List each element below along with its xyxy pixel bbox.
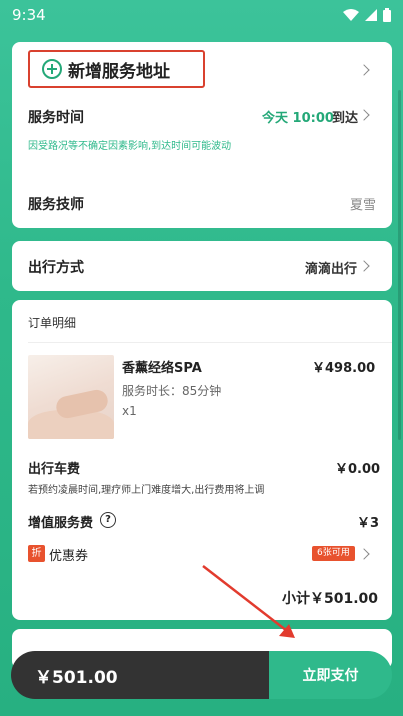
technician-value: 夏雪 [350,198,377,213]
signal-icon [365,9,377,21]
status-bar: 9:34 [0,0,403,30]
chevron-right-icon[interactable] [358,109,370,121]
coupon-label[interactable]: 优惠券 [49,545,88,564]
battery-icon [383,8,391,22]
order-title: 订单明细 [28,316,77,330]
red-arrow-annotation [202,565,295,638]
chevron-right-icon[interactable] [358,260,370,272]
service-time-value[interactable]: 今天 10:00 [262,107,334,126]
coupon-count-badge[interactable]: 6张可用 [312,546,355,561]
divider [28,342,392,343]
plus-circle-icon [42,59,62,79]
chevron-right-icon[interactable] [358,548,370,560]
bottom-bar: ￥501.00 立即支付 [11,651,392,699]
service-time-label: 服务时间 [28,110,84,126]
extra-fee-label: 增值服务费 [28,516,94,531]
arrive-label: 到达 [332,111,359,126]
chevron-right-icon[interactable] [358,64,370,76]
travel-fee-label: 出行车费 [28,462,81,477]
help-icon[interactable]: ? [100,512,116,528]
technician-card: 服务技师 夏雪 [12,176,392,228]
service-thumbnail [28,355,114,439]
service-name: 香薰经络SPA [122,361,202,376]
total-amount: ￥501.00 [11,651,269,699]
status-icons [343,8,391,22]
pay-now-button[interactable]: 立即支付 [269,651,392,699]
travel-card[interactable]: 出行方式 滴滴出行 [12,241,392,291]
service-duration: 服务时长：85分钟 [122,384,222,398]
wifi-icon [343,9,359,21]
travel-value[interactable]: 滴滴出行 [305,258,357,277]
extra-fee-value: ￥3 [357,516,380,531]
travel-fee-note: 若预约凌晨时间,理疗师上门难度增大,出行费用将上调 [28,485,265,496]
technician-label: 服务技师 [28,197,84,213]
travel-fee-value: ￥0.00 [335,462,381,477]
service-price: ￥498.00 [312,361,376,376]
service-qty: x1 [122,404,137,418]
add-address-button[interactable]: 新增服务地址 [28,50,205,88]
status-time: 9:34 [12,6,46,24]
travel-label: 出行方式 [28,260,84,276]
arrival-hint: 因受路况等不确定因素影响,到达时间可能波动 [28,141,232,152]
add-address-label: 新增服务地址 [68,61,170,82]
scrollbar[interactable] [398,90,401,440]
coupon-tag-icon: 折 [28,545,45,562]
address-card: 新增服务地址 服务时间 今天 10:00 到达 因受路况等不确定因素影响,到达时… [12,42,392,198]
